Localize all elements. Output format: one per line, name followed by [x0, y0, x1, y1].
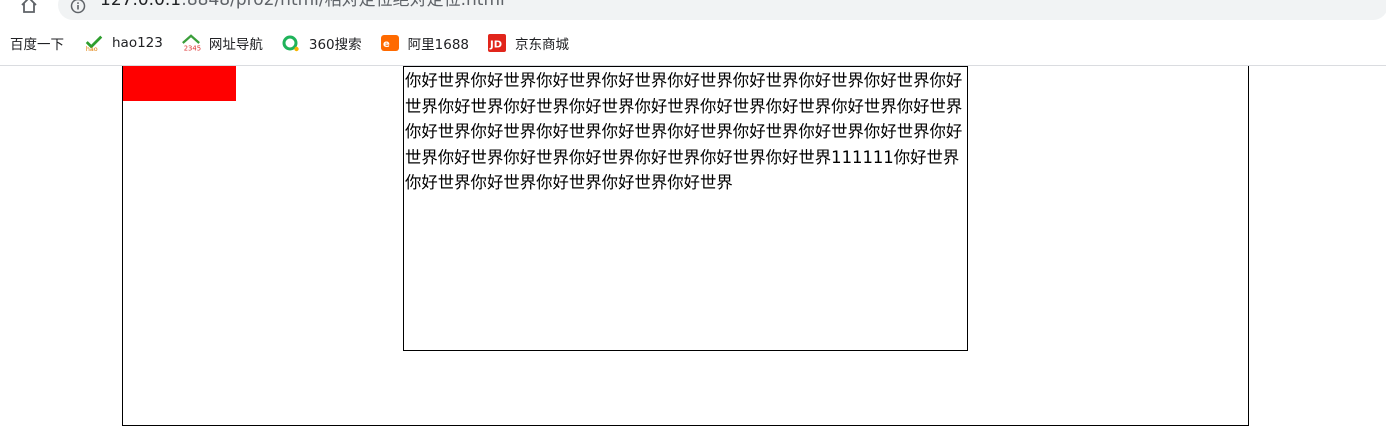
address-bar[interactable]: 127.0.0.1:8848/pro2/html/相对定位绝对定位.html	[58, 0, 1386, 20]
page-viewport: 你好世界你好世界你好世界你好世界你好世界你好世界你好世界你好世界你好世界你好世界…	[0, 66, 1386, 426]
url-host: 127.0.0.1	[100, 0, 182, 10]
bookmark-jd[interactable]: JD 京东商城	[487, 31, 569, 55]
info-icon[interactable]	[70, 0, 86, 14]
home-icon	[21, 0, 37, 13]
bookmark-label: 京东商城	[515, 37, 569, 53]
browser-toolbar: 127.0.0.1:8848/pro2/html/相对定位绝对定位.html	[0, 0, 1386, 26]
alibaba-1688-icon: e	[380, 33, 400, 53]
svg-text:JD: JD	[489, 40, 502, 51]
bookmark-label: 百度一下	[10, 37, 64, 53]
jd-icon: JD	[487, 33, 507, 53]
red-absolute-box	[123, 66, 236, 101]
bookmark-hao123[interactable]: hao hao123	[84, 31, 163, 55]
2345-icon: 2345	[181, 33, 201, 53]
hao123-icon: hao	[84, 33, 104, 53]
url-text: 127.0.0.1:8848/pro2/html/相对定位绝对定位.html	[100, 0, 505, 10]
home-button[interactable]	[16, 0, 42, 16]
browser-chrome: 127.0.0.1:8848/pro2/html/相对定位绝对定位.html 百…	[0, 0, 1386, 66]
text-box: 你好世界你好世界你好世界你好世界你好世界你好世界你好世界你好世界你好世界你好世界…	[403, 66, 968, 351]
text-content: 你好世界你好世界你好世界你好世界你好世界你好世界你好世界你好世界你好世界你好世界…	[405, 71, 963, 193]
bookmarks-bar: 百度一下 hao hao123 2345 网址导航 360搜索 e 阿里1688…	[0, 29, 1386, 57]
bookmark-label: 360搜索	[308, 37, 362, 53]
360-search-icon	[281, 33, 301, 53]
svg-text:2345: 2345	[184, 44, 201, 52]
bookmark-baidu[interactable]: 百度一下	[10, 31, 64, 55]
bookmark-label: 网址导航	[208, 37, 263, 53]
svg-text:e: e	[383, 39, 390, 50]
svg-text:hao: hao	[86, 46, 98, 53]
bookmark-1688[interactable]: e 阿里1688	[380, 31, 469, 55]
bookmark-label: hao123	[112, 35, 163, 51]
bookmark-label: 阿里1688	[407, 37, 469, 53]
bookmark-360[interactable]: 360搜索	[281, 31, 362, 55]
bookmark-2345[interactable]: 2345 网址导航	[181, 31, 263, 55]
url-path: :8848/pro2/html/相对定位绝对定位.html	[181, 0, 505, 10]
